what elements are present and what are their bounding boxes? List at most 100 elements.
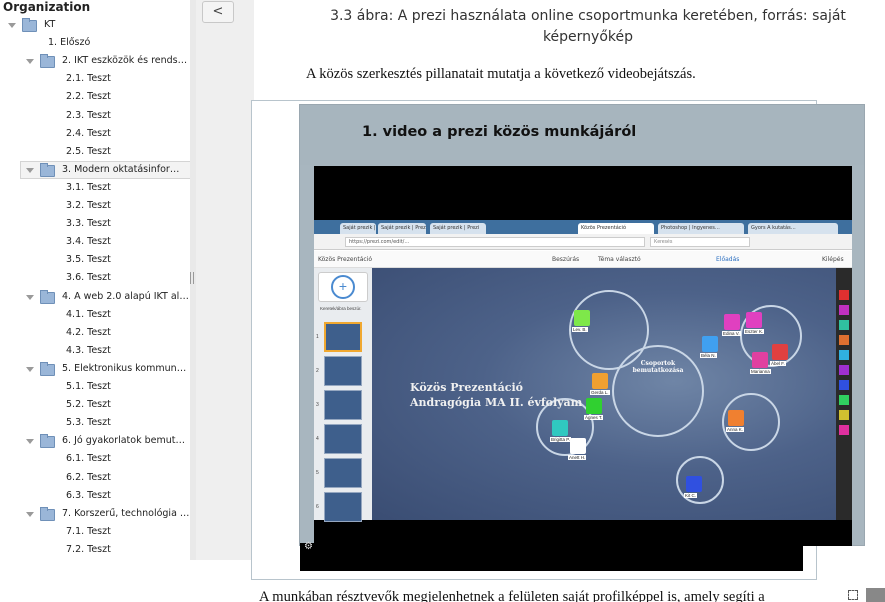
tree-item[interactable]: 7. Korszerű, technológia … [0,505,190,523]
collaborator-label: Gerda L. [590,390,610,395]
collaborator-label: Ágnes T. [584,415,604,420]
color-swatch [839,290,849,300]
browser-tab: Saját prezik | Prezi [378,223,426,234]
tree-item-label: 2.4. Teszt [66,127,111,139]
tree-item-label: 2.1. Teszt [66,73,111,85]
color-swatch [839,410,849,420]
corner-button[interactable] [866,588,885,602]
expand-triangle-icon[interactable] [26,511,34,517]
expand-triangle-icon[interactable] [26,439,34,445]
collaborator-avatar [592,373,608,389]
tree-item[interactable]: 6.2. Teszt [0,469,190,487]
slide-number: 5 [316,470,319,476]
tree-item[interactable]: 5.3. Teszt [0,414,190,432]
resize-grip-icon[interactable] [190,272,194,284]
slide-number: 6 [316,504,319,510]
tree-item-label: 6.2. Teszt [66,471,111,483]
expand-triangle-icon[interactable] [8,23,16,28]
tree-item-label: 5.1. Teszt [66,381,111,392]
color-swatch [839,320,849,330]
browser-tab: Saját prezik | Prezi [340,223,376,234]
tree-item[interactable]: 2.2. Teszt [0,88,190,106]
tree-item[interactable]: 4. A web 2.0 alapú IKT al… [0,288,190,306]
tree-item-label: 2.3. Teszt [66,109,111,121]
tree-item[interactable]: 5.1. Teszt [0,378,190,396]
expand-triangle-icon[interactable] [26,366,34,372]
expand-triangle-icon[interactable] [26,294,34,300]
tree-item[interactable]: 3.5. Teszt [0,251,190,269]
prezi-present: Előadás [716,256,740,263]
tree-item-label: 7.2. Teszt [66,543,111,555]
slide-number: 3 [316,402,319,408]
tree-item-label: 6.3. Teszt [66,489,111,501]
collapse-sidebar-button[interactable]: < [202,1,234,23]
tree-item-label: 6.1. Teszt [66,453,111,465]
tree-item[interactable]: 6. Jó gyakorlatok bemut… [0,432,190,450]
tree-item[interactable]: 7.1. Teszt [0,523,190,541]
tree-item[interactable]: 3.1. Teszt [0,179,190,197]
browser-tab: Közös Prezentáció [578,223,654,234]
tree-item-label: 3.4. Teszt [66,236,111,248]
tree-item-label: 7. Korszerű, technológia … [62,507,190,519]
player-controls[interactable] [300,543,803,571]
slide-thumbnail [324,424,362,454]
tree-item[interactable]: KT [0,16,190,34]
collaborator-label: Marianna [750,369,771,374]
folder-icon [40,162,55,177]
tree-item[interactable]: 3.4. Teszt [0,233,190,251]
browser-tab: Gyors A kutatás… [748,223,838,234]
tree-item-label: 3.6. Teszt [66,272,111,284]
tree-item[interactable]: 1. Előszó [0,34,190,52]
tree-item[interactable]: 2.3. Teszt [0,107,190,125]
canvas-title: Közös Prezentáció Andragógia MA II. évfo… [410,380,582,410]
tree-item-label: 4.1. Teszt [66,308,111,320]
tree-item[interactable]: 3.3. Teszt [0,215,190,233]
canvas-center-circle [612,345,704,437]
collaborator-avatar [702,336,718,352]
center-circle-label: Csoportok bemutatkozása [632,360,684,374]
tree-item[interactable]: 6.3. Teszt [0,487,190,505]
tree-item[interactable]: 4.3. Teszt [0,342,190,360]
tree-item[interactable]: 6.1. Teszt [0,450,190,468]
plus-icon: + [331,275,355,299]
tree-item[interactable]: 2. IKT eszközök és rends… [0,52,190,70]
expand-triangle-icon[interactable] [26,167,34,173]
tree-item[interactable]: 2.1. Teszt [0,70,190,88]
expand-triangle-icon[interactable] [26,59,34,65]
tree-item[interactable]: 5.2. Teszt [0,396,190,414]
slide-number: 2 [316,368,319,374]
browser-tab: Saját prezik | Prezi [430,223,486,234]
tree-item[interactable]: 7.2. Teszt [0,541,190,559]
tree-item[interactable]: 4.2. Teszt [0,324,190,342]
folder-icon [40,289,55,304]
body-paragraph: A munkában résztvevők megjelenhetnek a f… [259,589,765,602]
fullscreen-icon[interactable] [848,590,858,600]
tree-item[interactable]: 3.2. Teszt [0,197,190,215]
tree-item[interactable]: 3.6. Teszt [0,269,190,287]
figure-caption: 3.3 ábra: A prezi használata online csop… [318,6,858,48]
tree-item[interactable]: 2.4. Teszt [0,125,190,143]
collaborator-label: Brigitta P. [550,437,571,442]
tree-item[interactable]: 4.1. Teszt [0,306,190,324]
gutter [196,0,254,560]
collaborator-avatar [772,344,788,360]
slide-number: 4 [316,436,319,442]
tree-item[interactable]: 3. Modern oktatásinfor… [0,160,196,179]
collaborator-avatar [728,410,744,426]
tree-item[interactable]: 2.5. Teszt [0,143,190,161]
prezi-toolbar: Közös Prezentáció Beszúrás Téma választó… [314,251,852,268]
folder-icon [40,361,55,376]
collaborator-label: Eszter K. [744,329,765,334]
color-swatch [839,365,849,375]
tree-item[interactable]: 5. Elektronikus kommun… [0,360,190,378]
settings-icon[interactable]: ⚙ [304,541,313,552]
tree-item-label: 4.3. Teszt [66,344,111,356]
tree-item-label: 1. Előszó [48,37,91,49]
slide-thumbnail [324,458,362,488]
slide-thumbnail [324,322,362,352]
tree-item-label: KT [44,19,56,30]
folder-icon [22,18,37,32]
tree-item-label: 3.2. Teszt [66,200,111,211]
folder-icon [40,434,55,449]
collaborator-avatar [746,312,762,328]
